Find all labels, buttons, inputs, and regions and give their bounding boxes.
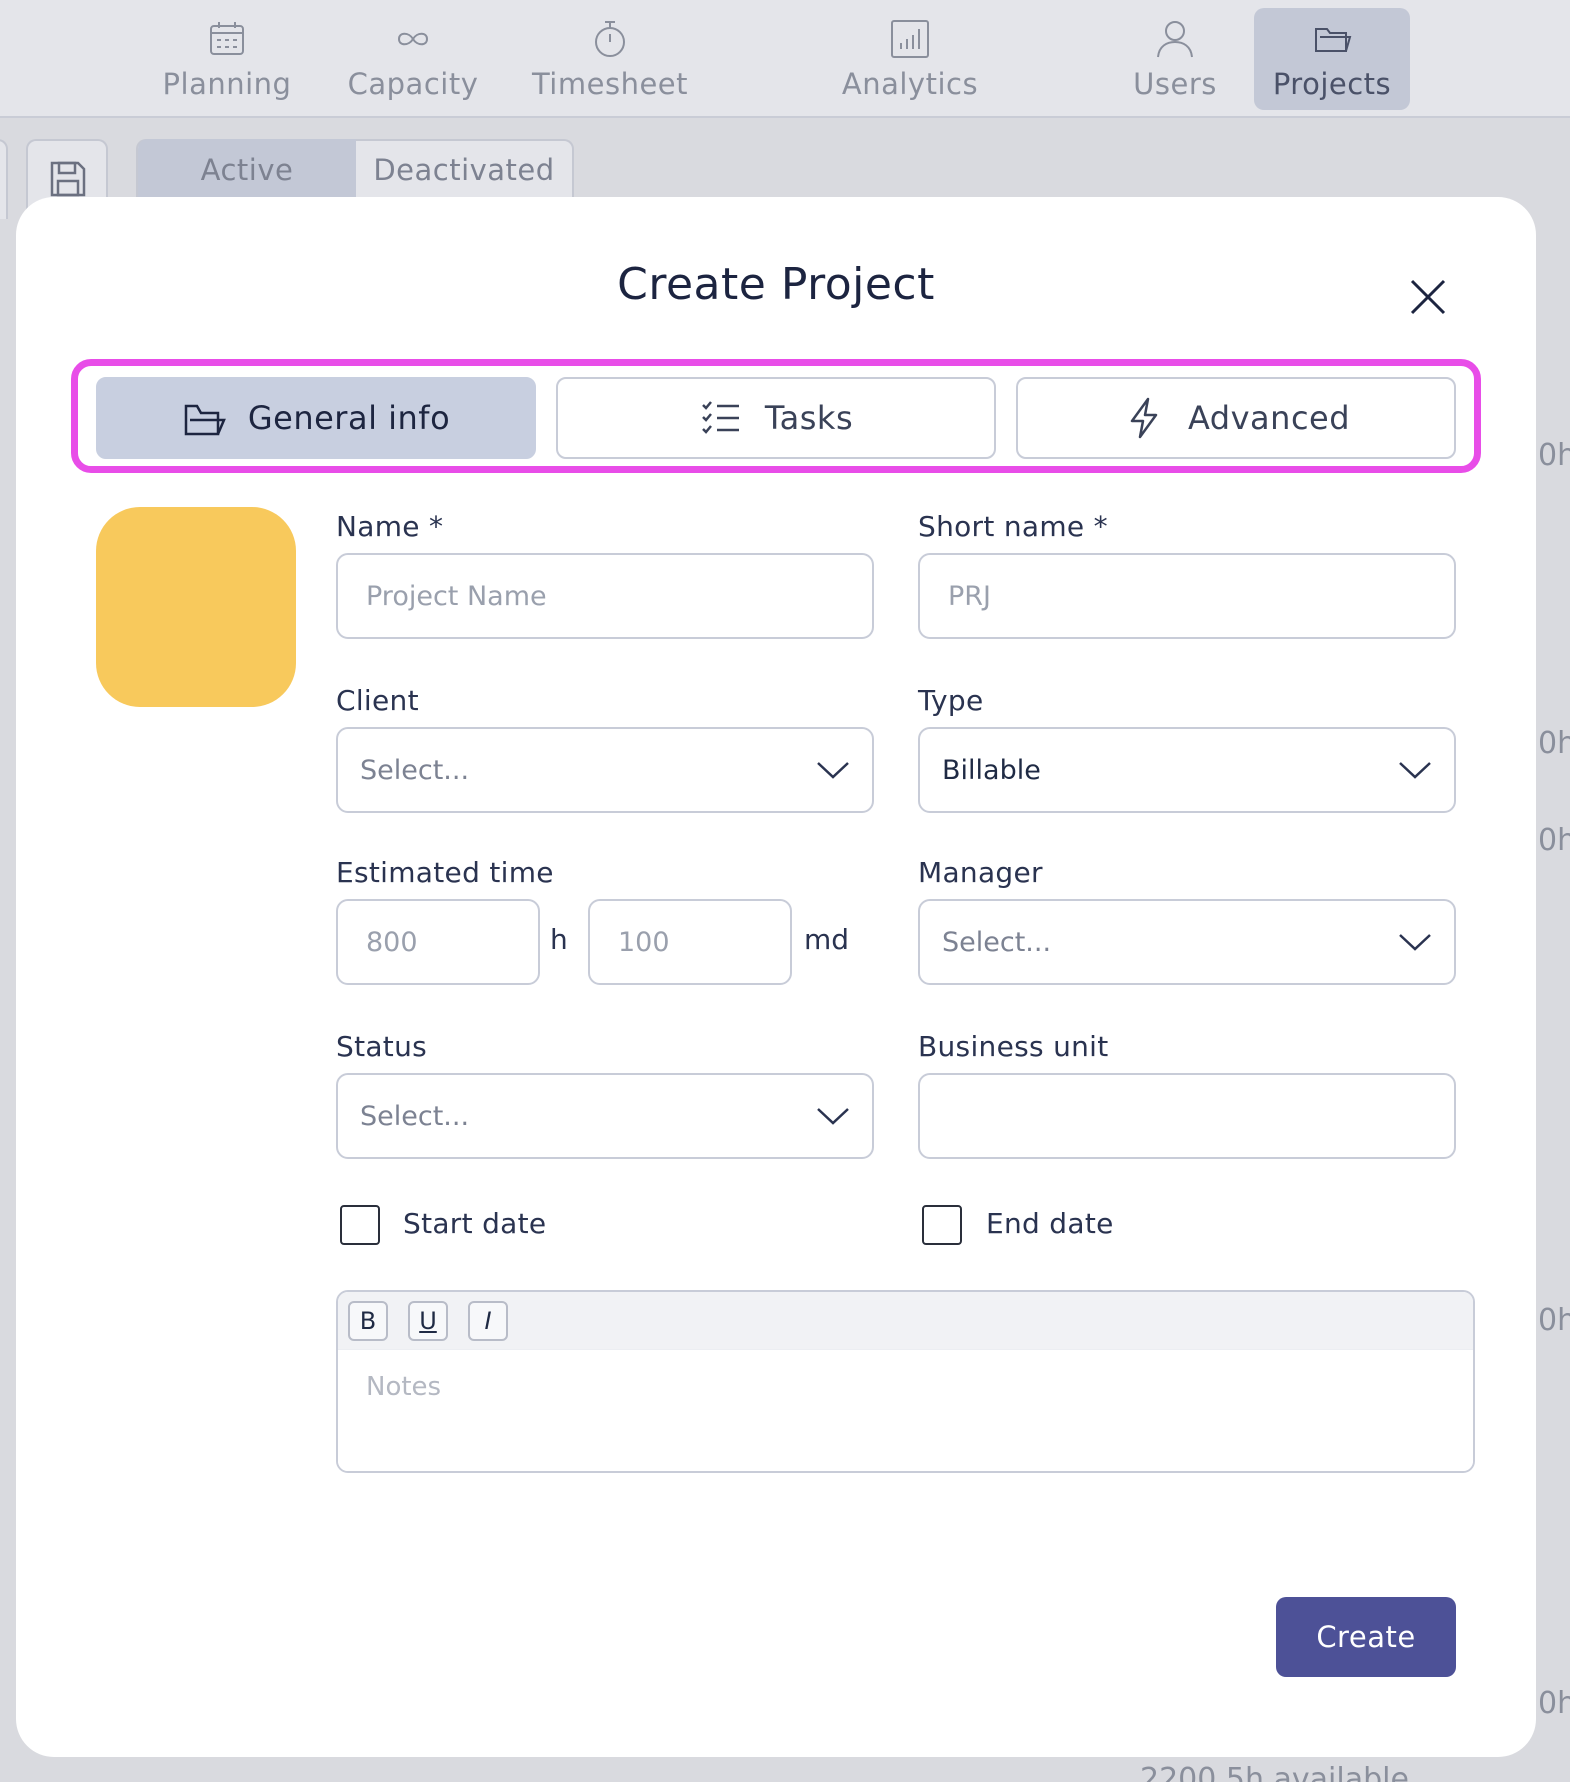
days-unit: md — [804, 923, 850, 956]
client-select[interactable]: Select... — [336, 727, 874, 813]
italic-button[interactable]: I — [468, 1300, 508, 1341]
chevron-down-icon — [1399, 762, 1431, 779]
nav-label: Capacity — [347, 67, 479, 101]
background-hours: 0h — [1538, 823, 1570, 858]
infinity-icon — [397, 32, 429, 46]
create-button[interactable]: Create — [1276, 1597, 1456, 1677]
nav-label: Projects — [1272, 67, 1392, 101]
notes-toolbar: B U I — [338, 1292, 1473, 1350]
bar-chart-icon — [891, 20, 929, 58]
project-color-swatch[interactable] — [96, 507, 296, 707]
tab-label: Tasks — [764, 399, 854, 437]
start-date-checkbox[interactable] — [340, 1205, 380, 1245]
calendar-icon — [210, 22, 244, 55]
status-select-value: Select... — [360, 1100, 470, 1132]
hours-unit: h — [550, 923, 568, 956]
manager-select-value: Select... — [942, 926, 1052, 958]
nav-item-users[interactable]: Users — [1128, 8, 1222, 110]
lightning-icon — [1130, 397, 1158, 439]
segment-deactivated[interactable]: Deactivated — [356, 139, 572, 201]
close-icon[interactable] — [1406, 275, 1450, 319]
estimated-time-label: Estimated time — [336, 856, 554, 889]
notes-editor: B U I — [336, 1290, 1475, 1473]
background-available-text: 2200.5h available — [1140, 1762, 1409, 1782]
end-date-checkbox[interactable] — [922, 1205, 962, 1245]
name-input[interactable] — [336, 553, 874, 639]
type-select[interactable]: Billable — [918, 727, 1456, 813]
client-label: Client — [336, 684, 419, 717]
bold-button[interactable]: B — [348, 1300, 388, 1341]
notes-textarea[interactable] — [338, 1350, 1473, 1471]
client-select-value: Select... — [360, 754, 470, 786]
modal-title: Create Project — [617, 259, 935, 310]
checklist-icon — [701, 401, 739, 434]
save-icon — [50, 161, 86, 197]
toolbar-button-left[interactable] — [0, 139, 8, 219]
nav-item-capacity[interactable]: Capacity — [340, 8, 486, 110]
segment-active[interactable]: Active — [138, 139, 356, 201]
type-label: Type — [918, 684, 984, 717]
manager-select[interactable]: Select... — [918, 899, 1456, 985]
nav-item-planning[interactable]: Planning — [150, 8, 304, 110]
nav-label: Analytics — [841, 67, 979, 101]
chevron-down-icon — [817, 1108, 849, 1125]
stopwatch-icon — [595, 21, 625, 57]
nav-item-projects[interactable]: Projects — [1254, 8, 1410, 110]
business-unit-label: Business unit — [918, 1030, 1109, 1063]
business-unit-input[interactable] — [918, 1073, 1456, 1159]
top-navigation: Planning Capacity Timesheet Analytics Us… — [0, 0, 1570, 118]
short-name-label: Short name * — [918, 510, 1108, 543]
nav-label: Planning — [162, 67, 292, 101]
chevron-down-icon — [817, 762, 849, 779]
type-select-value: Billable — [942, 754, 1041, 786]
tab-label: General info — [247, 399, 451, 437]
user-icon — [1157, 21, 1193, 58]
nav-label: Users — [1133, 67, 1217, 101]
estimated-hours-input[interactable] — [336, 899, 540, 985]
background-hours: 0h — [1538, 726, 1570, 761]
nav-item-timesheet[interactable]: Timesheet — [528, 8, 692, 110]
tab-label: Advanced — [1187, 399, 1351, 437]
nav-label: Timesheet — [531, 67, 688, 101]
tab-general-info[interactable]: General info — [96, 377, 536, 459]
nav-item-analytics[interactable]: Analytics — [838, 8, 982, 110]
tab-tasks[interactable]: Tasks — [556, 377, 996, 459]
status-select[interactable]: Select... — [336, 1073, 874, 1159]
short-name-input[interactable] — [918, 553, 1456, 639]
create-project-modal: Create Project General info Tasks Advanc… — [16, 197, 1536, 1757]
status-label: Status — [336, 1030, 428, 1063]
name-label: Name * — [336, 510, 444, 543]
background-hours: 0h — [1538, 438, 1570, 473]
tab-advanced[interactable]: Advanced — [1016, 377, 1456, 459]
manager-label: Manager — [918, 856, 1043, 889]
folder-open-icon — [184, 404, 226, 436]
background-hours: 0h — [1538, 1303, 1570, 1338]
chevron-down-icon — [1399, 934, 1431, 951]
folder-icon — [1315, 28, 1352, 52]
background-hours: 0h — [1538, 1686, 1570, 1721]
estimated-days-input[interactable] — [588, 899, 792, 985]
end-date-label: End date — [986, 1207, 1114, 1240]
start-date-label: Start date — [403, 1207, 547, 1240]
underline-button[interactable]: U — [408, 1300, 448, 1341]
